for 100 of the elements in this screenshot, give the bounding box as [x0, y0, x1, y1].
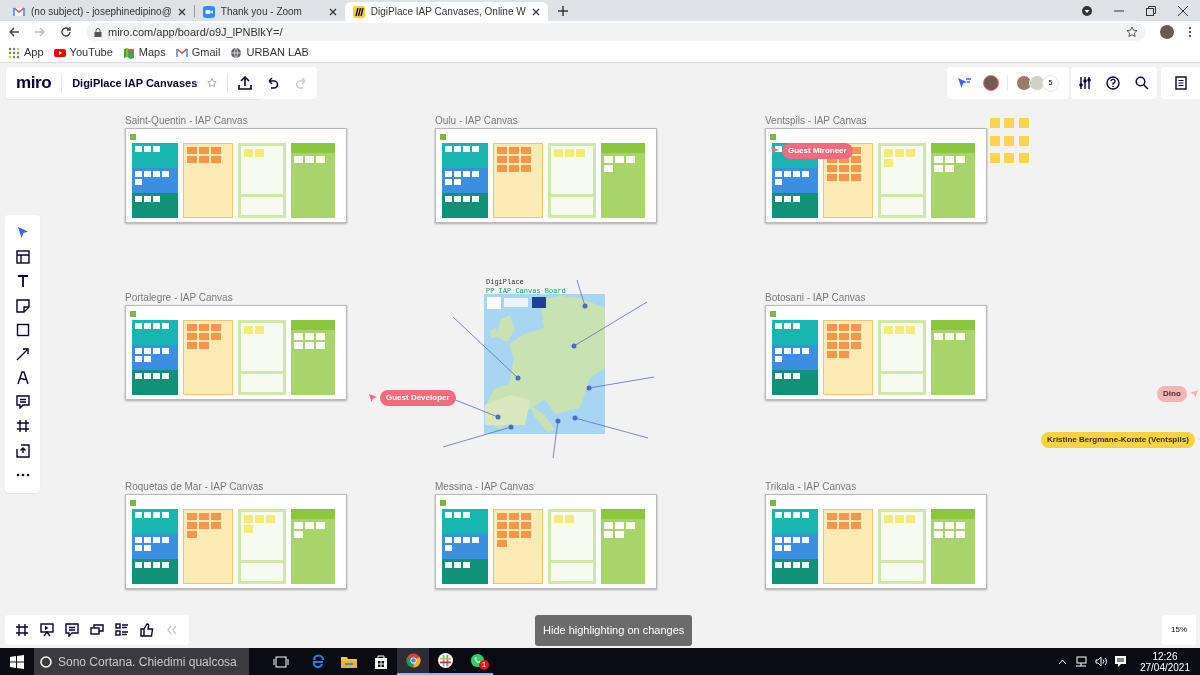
share-upload-icon[interactable]	[238, 76, 253, 90]
close-icon[interactable]	[531, 7, 540, 16]
mail-icon	[13, 5, 25, 18]
text-tool-icon[interactable]	[15, 274, 30, 289]
dropdown-icon[interactable]	[1082, 5, 1092, 16]
mail-icon	[175, 46, 188, 59]
task-view-icon[interactable]	[273, 655, 289, 668]
sticky-note-icon[interactable]	[15, 298, 30, 313]
bookmark-link[interactable]: URBAN LAB	[230, 44, 309, 61]
presentation-icon[interactable]	[39, 623, 54, 637]
windows-start-icon[interactable]	[10, 654, 24, 669]
undo-icon[interactable]	[265, 77, 279, 89]
network-icon[interactable]	[1074, 656, 1087, 667]
map-pin-icon	[515, 375, 521, 381]
select-cursor-icon[interactable]	[15, 226, 30, 241]
folder-icon[interactable]	[341, 655, 357, 668]
cursor-filter-icon[interactable]	[957, 77, 971, 89]
map-icon	[122, 46, 135, 59]
star-icon[interactable]	[207, 78, 218, 88]
cortana-icon	[40, 655, 52, 668]
frame-title[interactable]: Ventspils - IAP Canvas	[765, 113, 867, 128]
card-list-icon[interactable]	[115, 623, 130, 637]
browser-tab[interactable]: Thank you - Zoom	[194, 2, 345, 21]
board-logo-icon	[352, 5, 365, 18]
cursor-pointer-icon	[368, 393, 378, 403]
star-icon[interactable]	[1126, 26, 1138, 38]
frame-icon[interactable]	[15, 419, 30, 434]
comment-icon[interactable]	[15, 395, 30, 410]
bookmark-link[interactable]: YouTube	[53, 44, 113, 61]
pen-icon[interactable]	[15, 371, 30, 386]
browser-tab[interactable]: DigiPlace IAP Canvases, Online W	[344, 2, 548, 21]
bookmark-link[interactable]: App	[8, 44, 44, 61]
rectangle-shape-icon[interactable]	[15, 322, 30, 337]
upload-icon[interactable]	[15, 443, 30, 458]
map-pin-icon	[572, 415, 578, 421]
address-bar[interactable]: miro.com/app/board/o9J_lPNBlkY=/	[86, 23, 1146, 41]
map-pin-icon	[571, 343, 577, 349]
connector-line	[588, 376, 655, 389]
cursor-pointer-icon	[770, 146, 780, 156]
menu-icon[interactable]	[1188, 26, 1192, 38]
close-icon[interactable]	[328, 7, 337, 16]
cursor-label: Dino	[1157, 386, 1187, 402]
frame-title[interactable]: Roquetas de Mar - IAP Canvas	[125, 479, 264, 494]
clock-time[interactable]: 12:26	[1152, 650, 1178, 662]
map-pin-icon	[586, 385, 592, 391]
video-camera-icon	[202, 5, 215, 18]
map-pin-icon	[508, 424, 514, 430]
play-icon	[53, 46, 66, 59]
browser-tab[interactable]: (no subject) - josephinedipino@	[5, 2, 194, 21]
bookmark-link[interactable]: Gmail	[175, 44, 221, 61]
notification-badge: 1	[479, 660, 489, 670]
frame-title[interactable]: Trikala - IAP Canvas	[765, 479, 857, 494]
store-bag-icon[interactable]	[374, 654, 388, 669]
lock-icon	[94, 27, 102, 37]
map-pin-icon	[555, 418, 561, 424]
back-icon[interactable]	[8, 26, 20, 38]
chat-icon[interactable]	[90, 623, 104, 637]
clock-date[interactable]: 27/04/2021	[1139, 661, 1190, 673]
hash-app-icon[interactable]	[437, 653, 453, 668]
cursor-label: Guest Developer	[380, 390, 456, 406]
close-icon[interactable]	[1178, 5, 1188, 16]
chat-phone-icon[interactable]	[469, 653, 485, 668]
volume-icon[interactable]	[1094, 656, 1107, 667]
connector-line	[452, 316, 519, 379]
frame-title[interactable]: Messina - IAP Canvas	[435, 479, 534, 494]
connector-line	[442, 426, 512, 448]
hide-highlighting-button[interactable]: Hide highlighting on changes	[535, 615, 693, 646]
zoom-level-button[interactable]: 15%	[1162, 615, 1196, 645]
url-text: miro.com/app/board/o9J_lPNBlkY=/	[108, 24, 283, 40]
chevron-up-icon[interactable]	[1057, 658, 1067, 665]
templates-icon[interactable]	[15, 250, 30, 265]
cursor-label: Kristine Bergmane-Korate (Ventspils)	[1041, 432, 1195, 448]
frame-title[interactable]: Saint-Quentin - IAP Canvas	[125, 113, 248, 128]
settings-sliders-icon[interactable]	[1078, 76, 1091, 90]
close-icon[interactable]	[177, 7, 186, 16]
miro-logo[interactable]: miro	[16, 70, 52, 96]
profile-avatar[interactable]	[1160, 25, 1174, 39]
notifications-icon[interactable]	[1114, 656, 1126, 667]
bookmark-link[interactable]: Maps	[122, 44, 166, 61]
board-title[interactable]: DigiPlace IAP Canvases	[72, 74, 198, 92]
frame-title[interactable]: Botosani - IAP Canvas	[765, 290, 866, 305]
comments-icon[interactable]	[64, 623, 79, 637]
user-avatar[interactable]	[983, 75, 999, 91]
notes-list-icon[interactable]	[1175, 76, 1187, 90]
arrow-line-icon[interactable]	[15, 346, 30, 361]
restore-icon[interactable]	[1146, 5, 1156, 16]
connector-line	[552, 420, 559, 459]
frame-title[interactable]: Oulu - IAP Canvas	[435, 113, 518, 128]
globe-icon	[230, 46, 243, 59]
search-icon[interactable]	[1135, 76, 1150, 90]
frame-title[interactable]: Portalegre - IAP Canvas	[125, 290, 233, 305]
cursor-label: Guest Mironeer	[782, 143, 853, 159]
frames-icon[interactable]	[14, 623, 29, 637]
chrome-icon[interactable]	[405, 653, 421, 668]
map-pin-icon	[495, 414, 501, 420]
reload-icon[interactable]	[60, 26, 72, 38]
apps-grid-icon	[8, 46, 20, 59]
new-tab-icon[interactable]	[557, 6, 568, 16]
help-icon[interactable]	[1106, 76, 1120, 90]
thumbs-up-icon[interactable]	[140, 623, 155, 637]
